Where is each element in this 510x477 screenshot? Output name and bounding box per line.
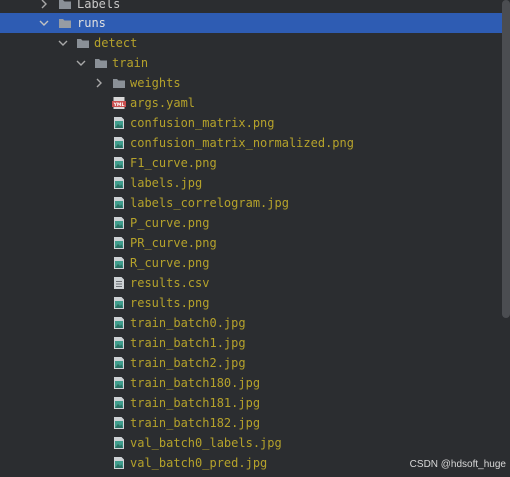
tree-item-label: Labels — [77, 0, 121, 11]
image-file-icon — [112, 156, 126, 170]
folder-icon — [76, 36, 90, 50]
tree-item-file[interactable]: labels_correlogram.jpg — [0, 193, 502, 213]
tree-item-label: results.csv — [130, 276, 210, 290]
tree-item-file[interactable]: val_batch0_labels.jpg — [0, 433, 502, 453]
image-file-icon — [112, 356, 126, 370]
yaml-icon: YML — [112, 96, 126, 110]
tree-item-label: confusion_matrix_normalized.png — [130, 136, 354, 150]
tree-item-file[interactable]: labels.jpg — [0, 173, 502, 193]
project-tree: Labels runs detect train weights YML arg… — [0, 0, 510, 477]
tree-item-label: train_batch1.jpg — [130, 336, 246, 350]
chevron-right-icon[interactable] — [38, 0, 50, 14]
tree-item-label: P_curve.png — [130, 216, 210, 230]
image-file-icon — [112, 376, 126, 390]
tree-item-label: runs — [77, 16, 106, 30]
tree-item-label: F1_curve.png — [130, 156, 217, 170]
image-file-icon — [112, 236, 126, 250]
tree-item-file[interactable]: P_curve.png — [0, 213, 502, 233]
image-file-icon — [112, 176, 126, 190]
tree-item-label: train_batch2.jpg — [130, 356, 246, 370]
tree-item-file[interactable]: train_batch0.jpg — [0, 313, 502, 333]
image-file-icon — [112, 416, 126, 430]
text-file-icon — [112, 276, 126, 290]
image-file-icon — [112, 296, 126, 310]
image-file-icon — [112, 456, 126, 470]
tree-item-label: train_batch181.jpg — [130, 396, 261, 410]
image-file-icon — [112, 256, 126, 270]
image-file-icon — [112, 196, 126, 210]
tree-item-label: detect — [94, 36, 138, 50]
tree-item-label: train_batch180.jpg — [130, 376, 261, 390]
tree-item-file[interactable]: train_batch182.jpg — [0, 413, 502, 433]
image-file-icon — [112, 436, 126, 450]
tree-item-file[interactable]: confusion_matrix.png — [0, 113, 502, 133]
image-file-icon — [112, 136, 126, 150]
tree-item-file[interactable]: train_batch2.jpg — [0, 353, 502, 373]
tree-item-label: labels_correlogram.jpg — [130, 196, 289, 210]
image-file-icon — [112, 396, 126, 410]
tree-item-file[interactable]: YML args.yaml — [0, 93, 502, 113]
tree-item-label: confusion_matrix.png — [130, 116, 275, 130]
chevron-right-icon[interactable] — [93, 73, 105, 93]
vertical-scrollbar[interactable] — [502, 0, 510, 318]
tree-item-label: val_batch0_pred.jpg — [130, 456, 268, 470]
tree-item-label: args.yaml — [130, 96, 196, 110]
tree-item-file[interactable]: train_batch181.jpg — [0, 393, 502, 413]
tree-item-train[interactable]: train — [0, 53, 502, 73]
image-file-icon — [112, 216, 126, 230]
image-file-icon — [112, 316, 126, 330]
image-file-icon — [112, 116, 126, 130]
tree-item-file[interactable]: R_curve.png — [0, 253, 502, 273]
tree-item-labels[interactable]: Labels — [0, 0, 502, 14]
watermark: CSDN @hdsoft_huge — [409, 459, 506, 470]
tree-item-label: train — [112, 56, 149, 70]
tree-item-runs[interactable]: runs — [0, 13, 502, 33]
tree-item-label: results.png — [130, 296, 210, 310]
tree-item-file[interactable]: train_batch1.jpg — [0, 333, 502, 353]
tree-item-label: weights — [130, 76, 181, 90]
tree-item-label: val_batch0_labels.jpg — [130, 436, 282, 450]
tree-item-weights[interactable]: weights — [0, 73, 502, 93]
svg-text:YML: YML — [113, 102, 125, 108]
tree-item-file[interactable]: results.png — [0, 293, 502, 313]
folder-icon — [112, 76, 126, 90]
tree-item-file[interactable]: confusion_matrix_normalized.png — [0, 133, 502, 153]
chevron-down-icon[interactable] — [57, 33, 69, 53]
tree-item-file[interactable]: results.csv — [0, 273, 502, 293]
tree-item-label: train_batch0.jpg — [130, 316, 246, 330]
tree-item-file[interactable]: PR_curve.png — [0, 233, 502, 253]
tree-item-label: labels.jpg — [130, 176, 203, 190]
folder-icon — [94, 56, 108, 70]
tree-item-label: PR_curve.png — [130, 236, 217, 250]
chevron-down-icon[interactable] — [38, 13, 50, 33]
folder-icon — [58, 16, 72, 30]
image-file-icon — [112, 336, 126, 350]
tree-item-file[interactable]: F1_curve.png — [0, 153, 502, 173]
tree-item-label: train_batch182.jpg — [130, 416, 261, 430]
tree-item-label: R_curve.png — [130, 256, 210, 270]
tree-item-file[interactable]: train_batch180.jpg — [0, 373, 502, 393]
tree-item-detect[interactable]: detect — [0, 33, 502, 53]
folder-icon — [58, 0, 72, 11]
chevron-down-icon[interactable] — [75, 53, 87, 73]
